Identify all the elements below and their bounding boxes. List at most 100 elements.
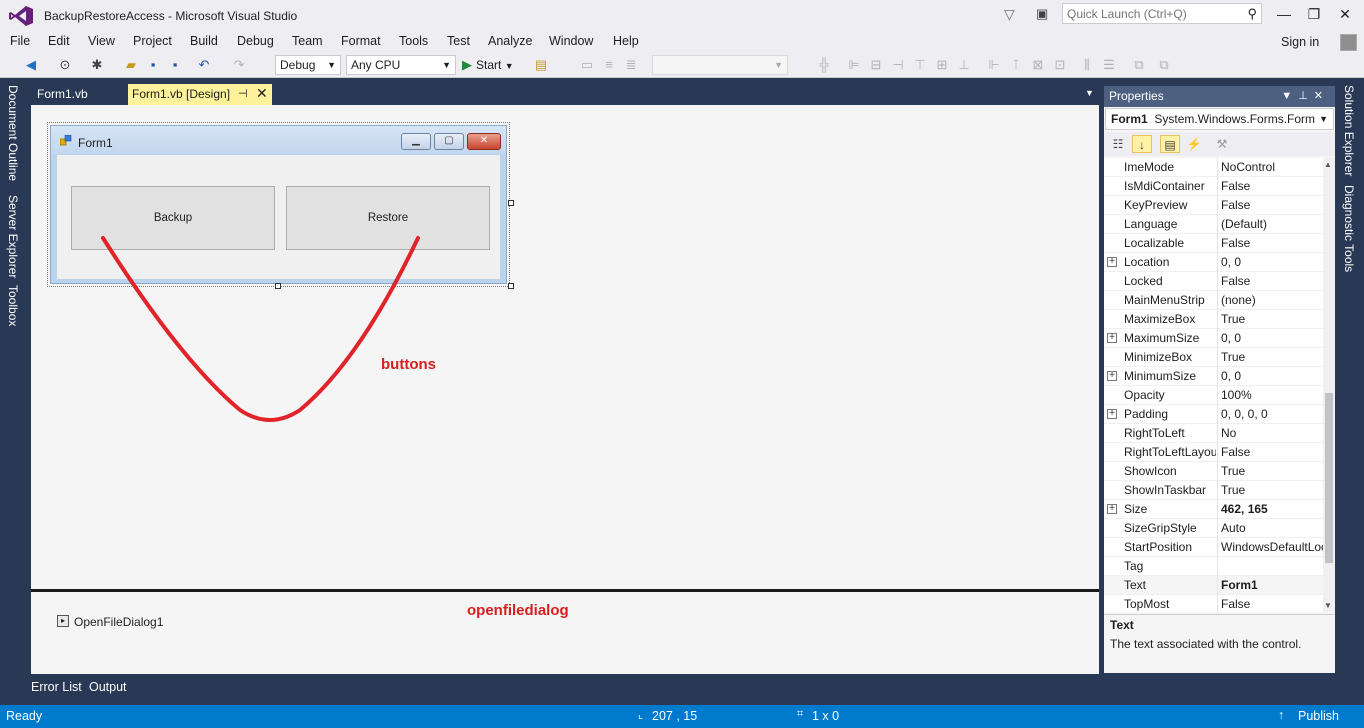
form-window[interactable]: Form1 ▁ ▢ ✕ Backup Restore — [50, 125, 507, 284]
property-row[interactable]: ImeMode NoControl — [1104, 158, 1323, 177]
resize-handle-corner[interactable] — [508, 283, 514, 289]
resize-handle-bottom[interactable] — [275, 283, 281, 289]
expand-icon[interactable]: + — [1107, 504, 1117, 514]
horizontal-spacing-icon[interactable]: ⫼ — [1078, 56, 1096, 74]
property-row[interactable]: KeyPreview False — [1104, 196, 1323, 215]
property-value[interactable]: Auto — [1217, 519, 1323, 538]
object-selector-dropdown[interactable]: Form1 System.Windows.Forms.Form ▼ — [1105, 108, 1334, 130]
property-value[interactable]: True — [1217, 310, 1323, 329]
property-row[interactable]: MinimizeBox True — [1104, 348, 1323, 367]
property-value[interactable]: (Default) — [1217, 215, 1323, 234]
tab-output[interactable]: Output — [89, 680, 127, 694]
window-position-dropdown-icon[interactable]: ▼ — [1281, 90, 1298, 102]
menu-team[interactable]: Team — [292, 34, 323, 48]
menu-window[interactable]: Window — [549, 34, 593, 48]
solution-configuration-dropdown[interactable]: Debug ▼ — [275, 55, 341, 75]
tab-toolbox[interactable]: Toolbox — [6, 285, 20, 326]
property-value[interactable]: False — [1217, 443, 1323, 462]
align-rights-icon[interactable]: ⊣ — [889, 56, 907, 74]
pin-icon[interactable]: ⊥ — [1298, 90, 1314, 102]
minimize-button[interactable]: — — [1272, 4, 1296, 24]
align-bottoms-icon[interactable]: ⊥ — [955, 56, 973, 74]
send-to-back-icon[interactable]: ⧉ — [1155, 56, 1173, 74]
menu-view[interactable]: View — [88, 34, 115, 48]
property-row[interactable]: + Size 462, 165 — [1104, 500, 1323, 519]
align-lefts-icon[interactable]: ⊫ — [845, 56, 863, 74]
property-row[interactable]: Opacity 100% — [1104, 386, 1323, 405]
property-value[interactable]: True — [1217, 348, 1323, 367]
make-same-height-icon[interactable]: ⊺ — [1007, 56, 1025, 74]
navigate-forward-icon[interactable]: ⊙ — [56, 56, 74, 74]
feedback-filter-icon[interactable]: ▽ — [1004, 6, 1020, 22]
start-debugging-button[interactable]: ▶ Start ▼ — [462, 55, 514, 75]
expand-icon[interactable]: + — [1107, 371, 1117, 381]
find-in-files-icon[interactable]: ▤ — [532, 56, 550, 74]
expand-icon[interactable]: + — [1107, 257, 1117, 267]
property-row[interactable]: Language (Default) — [1104, 215, 1323, 234]
menu-debug[interactable]: Debug — [237, 34, 274, 48]
property-value[interactable]: 100% — [1217, 386, 1323, 405]
sign-in-link[interactable]: Sign in — [1281, 35, 1319, 49]
menu-analyze[interactable]: Analyze — [488, 34, 532, 48]
property-row[interactable]: Tag — [1104, 557, 1323, 576]
property-row[interactable]: + Location 0, 0 — [1104, 253, 1323, 272]
restore-button[interactable]: Restore — [286, 186, 490, 250]
property-value[interactable]: False — [1217, 272, 1323, 291]
property-value[interactable]: NoControl — [1217, 158, 1323, 177]
size-to-grid-icon[interactable]: ⊡ — [1051, 56, 1069, 74]
scroll-down-icon[interactable]: ▼ — [1324, 601, 1332, 610]
tab-document-outline[interactable]: Document Outline — [6, 85, 20, 181]
tab-diagnostic-tools[interactable]: Diagnostic Tools — [1342, 185, 1356, 272]
menu-edit[interactable]: Edit — [48, 34, 70, 48]
property-row[interactable]: ShowIcon True — [1104, 462, 1323, 481]
open-file-icon[interactable]: ▰ — [122, 56, 140, 74]
expand-icon[interactable]: + — [1107, 409, 1117, 419]
scroll-up-icon[interactable]: ▲ — [1324, 160, 1332, 169]
property-row[interactable]: SizeGripStyle Auto — [1104, 519, 1323, 538]
tab-solution-explorer[interactable]: Solution Explorer — [1342, 85, 1356, 176]
property-value[interactable]: WindowsDefaultLocation — [1217, 538, 1323, 557]
property-value[interactable]: False — [1217, 177, 1323, 196]
property-row[interactable]: + MaximumSize 0, 0 — [1104, 329, 1323, 348]
property-row[interactable]: Locked False — [1104, 272, 1323, 291]
property-row[interactable]: MaximizeBox True — [1104, 310, 1323, 329]
align-centers-icon[interactable]: ⊟ — [867, 56, 885, 74]
form-client-area[interactable]: Backup Restore — [57, 155, 500, 279]
expand-icon[interactable]: + — [1107, 333, 1117, 343]
navigate-back-icon[interactable]: ◀ — [22, 56, 40, 74]
property-value[interactable]: Form1 — [1217, 576, 1323, 595]
property-row[interactable]: RightToLeftLayout False — [1104, 443, 1323, 462]
menu-tools[interactable]: Tools — [399, 34, 428, 48]
tab-error-list[interactable]: Error List — [31, 680, 82, 694]
search-icon[interactable]: ⚲ — [1247, 6, 1257, 22]
categorized-icon[interactable]: ☷ — [1108, 135, 1128, 153]
property-value[interactable]: No — [1217, 424, 1323, 443]
vertical-spacing-icon[interactable]: ☰ — [1100, 56, 1118, 74]
menu-format[interactable]: Format — [341, 34, 381, 48]
publish-button[interactable]: Publish — [1298, 709, 1339, 723]
menu-project[interactable]: Project — [133, 34, 172, 48]
quick-launch-input[interactable] — [1063, 4, 1239, 23]
property-row[interactable]: + Padding 0, 0, 0, 0 — [1104, 405, 1323, 424]
property-value[interactable]: False — [1217, 595, 1323, 612]
align-to-grid-icon[interactable]: ╬ — [815, 56, 833, 74]
indent-icon[interactable]: ≡ — [600, 56, 618, 74]
open-file-dialog-component[interactable]: OpenFileDialog1 — [74, 615, 163, 629]
tab-form1-vb[interactable]: Form1.vb — [31, 84, 94, 105]
comment-icon[interactable]: ▭ — [578, 56, 596, 74]
menu-help[interactable]: Help — [613, 34, 639, 48]
redo-icon[interactable]: ↷ — [230, 56, 248, 74]
property-value[interactable]: 462, 165 — [1217, 500, 1323, 519]
property-row[interactable]: ShowInTaskbar True — [1104, 481, 1323, 500]
make-same-width-icon[interactable]: ⊩ — [985, 56, 1003, 74]
property-value[interactable]: True — [1217, 481, 1323, 500]
make-same-size-icon[interactable]: ⊠ — [1029, 56, 1047, 74]
property-row[interactable]: + MinimumSize 0, 0 — [1104, 367, 1323, 386]
menu-file[interactable]: File — [10, 34, 30, 48]
property-value[interactable]: 0, 0 — [1217, 329, 1323, 348]
property-grid-scrollbar[interactable]: ▲ ▼ — [1323, 158, 1335, 612]
property-value[interactable] — [1217, 557, 1323, 576]
align-tops-icon[interactable]: ⊤ — [911, 56, 929, 74]
property-value[interactable]: 0, 0 — [1217, 253, 1323, 272]
maximize-button[interactable]: ❐ — [1302, 4, 1326, 24]
